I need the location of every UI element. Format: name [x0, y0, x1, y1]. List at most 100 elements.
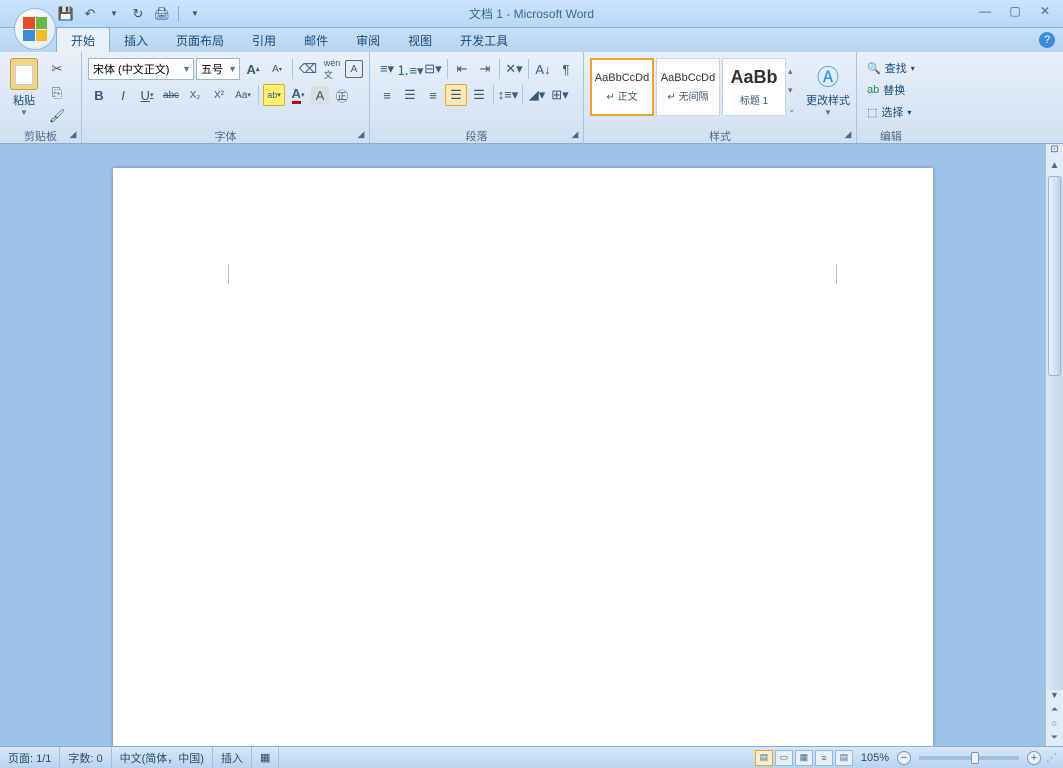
align-justify-icon[interactable]: ☰ — [445, 84, 467, 106]
quick-print-icon[interactable]: 🖨 — [152, 4, 172, 24]
status-word-count[interactable]: 字数: 0 — [60, 747, 111, 768]
view-web-layout-icon[interactable]: ▦ — [795, 750, 813, 766]
scroll-thumb[interactable] — [1048, 176, 1061, 376]
change-case-icon[interactable]: Aa▾ — [232, 84, 254, 106]
show-marks-icon[interactable]: ¶ — [555, 58, 577, 80]
undo-dropdown-icon[interactable]: ▼ — [104, 4, 124, 24]
tab-mailings[interactable]: 邮件 — [290, 28, 342, 52]
font-size-combo[interactable]: 五号▼ — [196, 58, 240, 80]
tab-home[interactable]: 开始 — [56, 27, 110, 52]
strike-icon[interactable]: abc — [160, 84, 182, 106]
paste-button[interactable]: 粘贴 ▼ — [4, 54, 44, 127]
group-label-styles: 样式 — [584, 128, 856, 142]
prev-page-icon[interactable]: ⏶ — [1046, 704, 1063, 718]
replace-button[interactable]: ab替换 — [863, 80, 919, 100]
undo-icon[interactable]: ↶ — [80, 4, 100, 24]
document-scroll[interactable] — [0, 144, 1045, 746]
minimize-button[interactable]: — — [971, 2, 999, 20]
resize-grip-icon[interactable]: ⋰ — [1043, 750, 1059, 766]
italic-icon[interactable]: I — [112, 84, 134, 106]
font-name-value: 宋体 (中文正文) — [93, 61, 169, 77]
office-button[interactable] — [14, 8, 56, 50]
char-border-icon[interactable]: A — [345, 60, 363, 78]
change-styles-button[interactable]: Ⓐ 更改样式 ▼ — [804, 54, 852, 127]
font-color-icon[interactable]: A▾ — [287, 84, 309, 106]
zoom-slider[interactable] — [919, 756, 1019, 760]
view-ruler-icon[interactable]: ⊡ — [1046, 144, 1063, 160]
tab-page-layout[interactable]: 页面布局 — [162, 28, 238, 52]
qat-customize-icon[interactable]: ▼ — [185, 4, 205, 24]
view-draft-icon[interactable]: ▤ — [835, 750, 853, 766]
close-button[interactable]: ✕ — [1031, 2, 1059, 20]
tab-references[interactable]: 引用 — [238, 28, 290, 52]
sort-icon[interactable]: A↓ — [532, 58, 554, 80]
style-heading1[interactable]: AaBb 标题 1 — [722, 58, 786, 116]
line-spacing-icon[interactable]: ↕≡▾ — [497, 84, 519, 106]
style-normal[interactable]: AaBbCcDd ↵ 正文 — [590, 58, 654, 116]
align-center-icon[interactable]: ☰ — [399, 84, 421, 106]
enclose-char-icon[interactable]: ㊣ — [331, 84, 353, 106]
tab-review[interactable]: 审阅 — [342, 28, 394, 52]
indent-increase-icon[interactable]: ⇥ — [474, 58, 496, 80]
style-no-spacing[interactable]: AaBbCcDd ↵ 无间隔 — [656, 58, 720, 116]
paragraph-launcher-icon[interactable]: ◢ — [569, 129, 581, 141]
save-icon[interactable]: 💾 — [56, 4, 76, 24]
grow-font-icon[interactable]: A▴ — [242, 58, 264, 80]
superscript-icon[interactable]: X² — [208, 84, 230, 106]
bold-icon[interactable]: B — [88, 84, 110, 106]
tab-developer[interactable]: 开发工具 — [446, 28, 522, 52]
view-full-reading-icon[interactable]: ▭ — [775, 750, 793, 766]
bullets-icon[interactable]: ≡▾ — [376, 58, 398, 80]
status-insert-mode[interactable]: 插入 — [213, 747, 252, 768]
subscript-icon[interactable]: X₂ — [184, 84, 206, 106]
zoom-in-icon[interactable]: + — [1027, 751, 1041, 765]
text-direction-icon[interactable]: ✕▾ — [503, 58, 525, 80]
vertical-scrollbar[interactable]: ⊡ ▲ ▼ ⏶ ○ ⏷ — [1045, 144, 1063, 746]
numbering-icon[interactable]: ⒈≡▾ — [399, 58, 421, 80]
borders-icon[interactable]: ⊞▾ — [549, 84, 571, 106]
indent-decrease-icon[interactable]: ⇤ — [451, 58, 473, 80]
tab-view[interactable]: 视图 — [394, 28, 446, 52]
clipboard-launcher-icon[interactable]: ◢ — [67, 129, 79, 141]
clear-format-icon[interactable]: ⌫ — [297, 58, 319, 80]
styles-launcher-icon[interactable]: ◢ — [842, 129, 854, 141]
redo-icon[interactable]: ↻ — [128, 4, 148, 24]
highlight-icon[interactable]: ab▾ — [263, 84, 285, 106]
select-button[interactable]: ⬚选择▾ — [863, 102, 919, 122]
paste-dropdown-icon[interactable]: ▼ — [20, 108, 28, 117]
char-shading-icon[interactable]: A — [311, 86, 329, 104]
find-button[interactable]: 🔍查找▾ — [863, 58, 919, 78]
phonetic-guide-icon[interactable]: wén文 — [321, 58, 343, 80]
font-launcher-icon[interactable]: ◢ — [355, 129, 367, 141]
shading-icon[interactable]: ◢▾ — [526, 84, 548, 106]
browse-object-icon[interactable]: ○ — [1046, 718, 1063, 732]
underline-icon[interactable]: U▾ — [136, 84, 158, 106]
cut-icon[interactable]: ✂ — [46, 58, 68, 80]
scroll-track[interactable] — [1046, 176, 1063, 690]
scroll-up-icon[interactable]: ▲ — [1046, 160, 1063, 176]
align-left-icon[interactable]: ≡ — [376, 84, 398, 106]
zoom-out-icon[interactable]: − — [897, 751, 911, 765]
align-right-icon[interactable]: ≡ — [422, 84, 444, 106]
document-area: ⊡ ▲ ▼ ⏶ ○ ⏷ — [0, 144, 1063, 746]
status-macro-icon[interactable]: ▦ — [252, 747, 279, 768]
font-name-combo[interactable]: 宋体 (中文正文)▼ — [88, 58, 194, 80]
multilevel-icon[interactable]: ⊟▾ — [422, 58, 444, 80]
next-page-icon[interactable]: ⏷ — [1046, 732, 1063, 746]
status-page[interactable]: 页面: 1/1 — [0, 747, 60, 768]
view-print-layout-icon[interactable]: ▤ — [755, 750, 773, 766]
align-distributed-icon[interactable]: ☰ — [468, 84, 490, 106]
view-outline-icon[interactable]: ≡ — [815, 750, 833, 766]
zoom-thumb[interactable] — [971, 752, 979, 764]
help-icon[interactable]: ? — [1039, 32, 1055, 48]
styles-gallery-scroll[interactable]: ▴▾⌄ — [788, 58, 802, 123]
copy-icon[interactable]: ⎘ — [46, 82, 68, 104]
format-painter-icon[interactable]: 🖌 — [46, 105, 68, 127]
tab-insert[interactable]: 插入 — [110, 28, 162, 52]
page[interactable] — [113, 168, 933, 746]
zoom-level[interactable]: 105% — [855, 752, 895, 764]
scroll-down-icon[interactable]: ▼ — [1046, 690, 1063, 704]
status-language[interactable]: 中文(简体，中国) — [112, 747, 213, 768]
maximize-button[interactable]: ▢ — [1001, 2, 1029, 20]
shrink-font-icon[interactable]: A▾ — [266, 58, 288, 80]
